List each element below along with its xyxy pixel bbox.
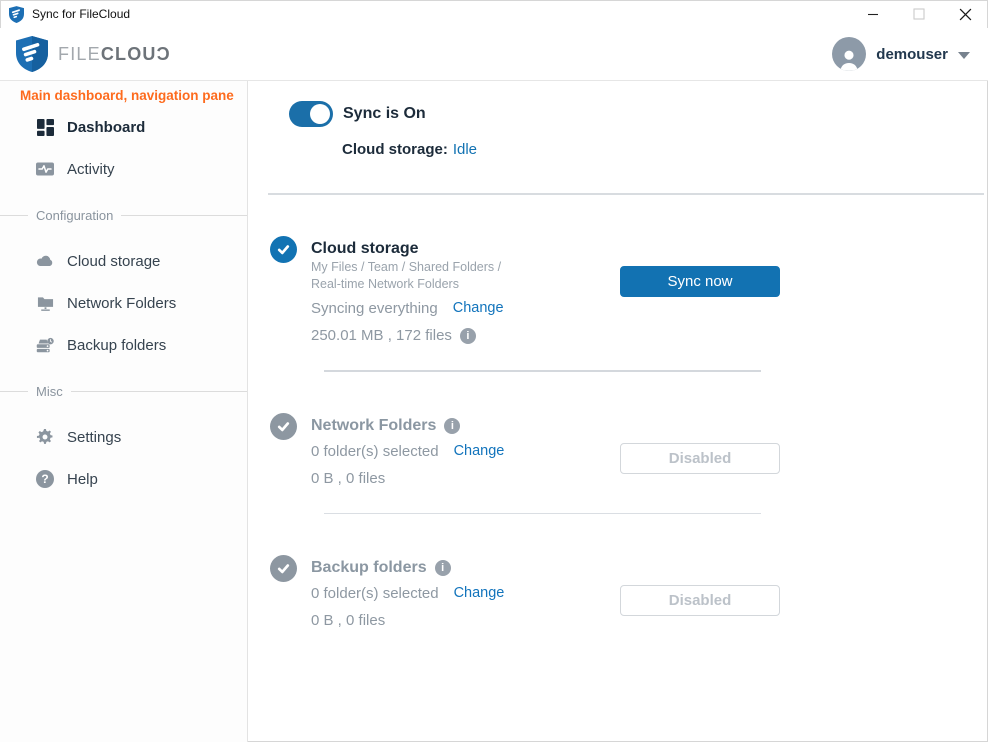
sidebar-item-label: Help — [67, 471, 98, 488]
avatar — [832, 37, 866, 71]
app-header: FILECLOUƆ demouser — [0, 28, 988, 81]
cloud-storage-section: Cloud storage My Files / Team / Shared F… — [268, 195, 984, 346]
gear-icon — [36, 428, 54, 446]
scope-line: Real-time Network Folders — [311, 276, 504, 293]
backup-folders-section: Backup folders i 0 folder(s) selected Ch… — [268, 514, 984, 631]
cloud-storage-check-icon — [270, 236, 297, 263]
activity-icon — [36, 160, 54, 178]
network-folders-check-icon — [270, 413, 297, 440]
selection-text: Syncing everything — [311, 298, 438, 319]
nav-misc: Settings ? Help — [0, 416, 247, 500]
network-folder-icon — [36, 294, 54, 312]
info-icon[interactable]: i — [460, 328, 476, 344]
nav-configuration: Cloud storage Network Folders — [0, 240, 247, 366]
sidebar-item-label: Backup folders — [67, 337, 166, 354]
stats-text: 250.01 MB , 172 files — [311, 325, 452, 346]
dashboard-main: Sync is On Cloud storage: Idle Cloud stor… — [248, 81, 988, 742]
window-title: Sync for FileCloud — [32, 7, 130, 21]
section-title: Network Folders — [311, 416, 436, 436]
sidebar-item-label: Activity — [67, 161, 115, 178]
stats-text: 0 B , 0 files — [311, 610, 385, 631]
status-label: Cloud storage: — [342, 141, 448, 158]
sidebar-item-network-folders[interactable]: Network Folders — [0, 282, 247, 324]
change-link[interactable]: Change — [454, 583, 505, 604]
help-icon: ? — [36, 470, 54, 488]
dashboard-annotation: Main dashboard, navigation pane — [0, 87, 247, 104]
sidebar-item-label: Cloud storage — [67, 253, 160, 270]
sync-toggle[interactable] — [289, 101, 333, 127]
backup-folders-disabled-button[interactable]: Disabled — [620, 585, 780, 616]
info-icon[interactable]: i — [444, 418, 460, 434]
window-controls — [850, 0, 988, 28]
stats-text: 0 B , 0 files — [311, 468, 385, 489]
backup-drive-icon — [36, 336, 54, 354]
app-window: Sync for FileCloud — [0, 0, 988, 742]
sync-toggle-row: Sync is On — [268, 101, 984, 127]
dashboard-icon — [36, 118, 54, 136]
section-title: Backup folders — [311, 558, 427, 578]
cloud-icon — [36, 252, 54, 270]
app-shield-icon — [9, 6, 24, 23]
sidebar-item-cloud-storage[interactable]: Cloud storage — [0, 240, 247, 282]
info-icon[interactable]: i — [435, 560, 451, 576]
toggle-knob — [310, 104, 330, 124]
section-label-misc: Misc — [0, 382, 247, 400]
sidebar-item-label: Network Folders — [67, 295, 176, 312]
change-link[interactable]: Change — [454, 441, 505, 462]
close-icon — [959, 8, 972, 21]
navigation-pane: Main dashboard, navigation pane Dashboar… — [0, 81, 248, 742]
minimize-icon — [867, 8, 879, 20]
close-button[interactable] — [942, 0, 988, 28]
titlebar: Sync for FileCloud — [0, 0, 988, 28]
maximize-button[interactable] — [896, 0, 942, 28]
user-name: demouser — [876, 46, 948, 63]
chevron-down-icon — [958, 52, 970, 59]
sync-status-label: Sync is On — [343, 105, 426, 123]
nav-top: Dashboard Activity — [0, 106, 247, 190]
sidebar-item-backup-folders[interactable]: Backup folders — [0, 324, 247, 366]
sidebar-item-settings[interactable]: Settings — [0, 416, 247, 458]
backup-folders-check-icon — [270, 555, 297, 582]
filecloud-logo-text: FILECLOUƆ — [58, 44, 171, 65]
person-icon — [836, 47, 862, 71]
sidebar-item-activity[interactable]: Activity — [0, 148, 247, 190]
sidebar-item-label: Dashboard — [67, 119, 145, 136]
selection-text: 0 folder(s) selected — [311, 583, 439, 604]
network-folders-section: Network Folders i 0 folder(s) selected C… — [268, 372, 984, 489]
sidebar-item-label: Settings — [67, 429, 121, 446]
filecloud-shield-icon — [16, 36, 48, 72]
network-folders-disabled-button[interactable]: Disabled — [620, 443, 780, 474]
maximize-icon — [913, 8, 925, 20]
section-title: Cloud storage — [311, 239, 419, 259]
selection-text: 0 folder(s) selected — [311, 441, 439, 462]
sync-now-button[interactable]: Sync now — [620, 266, 780, 297]
sidebar-item-help[interactable]: ? Help — [0, 458, 247, 500]
minimize-button[interactable] — [850, 0, 896, 28]
status-value: Idle — [453, 141, 477, 158]
cloud-storage-status: Cloud storage: Idle — [342, 140, 984, 160]
filecloud-logo: FILECLOUƆ — [16, 36, 171, 72]
sidebar-item-dashboard[interactable]: Dashboard — [0, 106, 247, 148]
scope-line: My Files / Team / Shared Folders / — [311, 259, 504, 276]
change-link[interactable]: Change — [453, 298, 504, 319]
user-menu[interactable]: demouser — [832, 37, 970, 71]
section-label-configuration: Configuration — [0, 206, 247, 224]
